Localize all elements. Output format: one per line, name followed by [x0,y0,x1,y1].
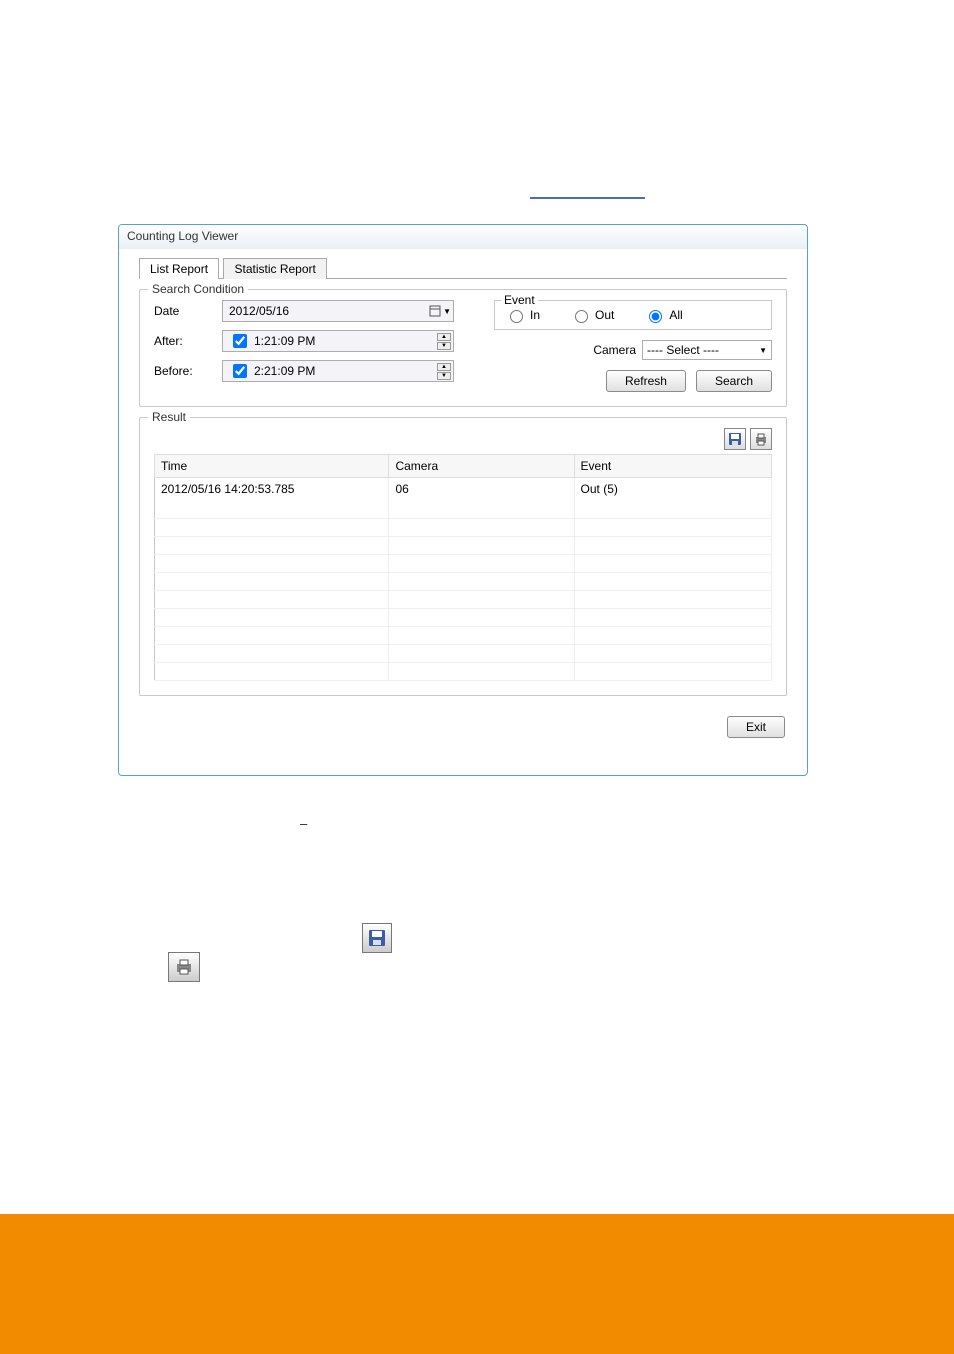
footer-bar [0,1214,954,1354]
result-fieldset: Result Time Camera Event [139,417,787,696]
search-condition-fieldset: Search Condition Date 2012/05/16 ▼ [139,289,787,407]
cell-time: 2012/05/16 14:20:53.785 [155,478,389,501]
before-spinner[interactable]: ▲▼ [437,363,451,380]
after-label: After: [154,334,214,348]
result-legend: Result [148,410,190,424]
radio-all[interactable]: All [644,307,682,323]
calendar-dropdown-icon[interactable]: ▼ [429,305,451,317]
col-event: Event [574,455,771,478]
save-icon[interactable] [724,428,746,450]
cell-event: Out (5) [574,478,771,501]
tab-strip: List Report Statistic Report [119,249,807,278]
decorative-link-line [530,197,645,199]
before-label: Before: [154,364,214,378]
date-label: Date [154,304,214,318]
before-time-input[interactable]: 2:21:09 PM ▲▼ [222,360,454,382]
chevron-down-icon: ▼ [759,346,767,355]
camera-selected: ---- Select ---- [647,343,719,357]
result-table: Time Camera Event 2012/05/16 14:20:53.78… [154,454,772,681]
camera-dropdown[interactable]: ---- Select ---- ▼ [642,340,772,360]
counting-log-viewer-window: Counting Log Viewer List Report Statisti… [118,224,808,776]
after-time-input[interactable]: 1:21:09 PM ▲▼ [222,330,454,352]
after-checkbox[interactable] [233,334,247,348]
before-value: 2:21:09 PM [254,364,315,378]
search-legend: Search Condition [148,282,248,296]
dash-text: – [300,816,307,831]
print-icon[interactable] [750,428,772,450]
col-time: Time [155,455,389,478]
tab-list-report[interactable]: List Report [139,258,219,279]
date-input[interactable]: 2012/05/16 ▼ [222,300,454,322]
after-value: 1:21:09 PM [254,334,315,348]
exit-button[interactable]: Exit [727,716,785,738]
print-icon-large [168,952,200,982]
before-checkbox[interactable] [233,364,247,378]
camera-label: Camera [593,343,636,357]
window-title: Counting Log Viewer [119,225,807,249]
radio-out[interactable]: Out [570,307,614,323]
col-camera: Camera [389,455,574,478]
radio-in[interactable]: In [505,307,540,323]
event-legend: Event [501,293,538,307]
after-spinner[interactable]: ▲▼ [437,333,451,350]
table-row[interactable]: 2012/05/16 14:20:53.785 06 Out (5) [155,478,772,501]
refresh-button[interactable]: Refresh [606,370,686,392]
tab-body: Search Condition Date 2012/05/16 ▼ [139,278,787,696]
cell-camera: 06 [389,478,574,501]
save-icon-large [362,923,392,953]
search-button[interactable]: Search [696,370,772,392]
event-fieldset: Event In Out All [494,300,772,330]
tab-statistic-report[interactable]: Statistic Report [223,258,326,279]
date-value: 2012/05/16 [229,304,289,318]
